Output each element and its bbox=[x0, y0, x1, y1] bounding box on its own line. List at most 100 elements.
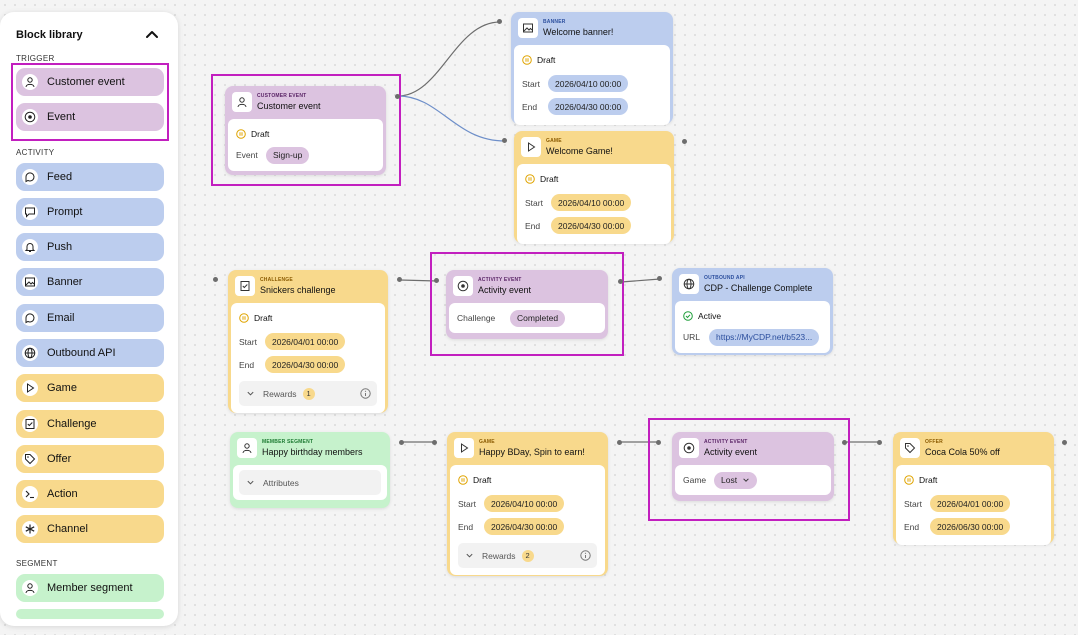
node-outbound-api[interactable]: OUTBOUND API CDP - Challenge Complete Ac… bbox=[672, 268, 833, 355]
library-item-customer-event[interactable]: Customer event bbox=[16, 68, 164, 96]
node-title: CDP - Challenge Complete bbox=[704, 283, 813, 293]
end-date-pill[interactable]: 2026/06/30 00:00 bbox=[930, 518, 1011, 535]
rewards-toggle[interactable]: Rewards 2 bbox=[458, 543, 597, 568]
target-icon bbox=[679, 438, 699, 458]
input-port[interactable] bbox=[432, 440, 437, 445]
node-kind: OUTBOUND API bbox=[704, 275, 745, 281]
rewards-toggle[interactable]: Rewards 1 bbox=[239, 381, 377, 406]
end-date-pill[interactable]: 2026/04/30 00:00 bbox=[265, 356, 346, 373]
target-icon bbox=[453, 276, 473, 296]
start-date-pill[interactable]: 2026/04/01 00:00 bbox=[930, 495, 1011, 512]
start-date-pill[interactable]: 2026/04/10 00:00 bbox=[484, 495, 565, 512]
node-body: Draft Start 2026/04/10 00:00 End 2026/04… bbox=[517, 164, 671, 244]
node-body: Challenge Completed bbox=[449, 303, 605, 333]
start-row: Start 2026/04/01 00:00 bbox=[904, 492, 1043, 515]
status-row: Active bbox=[683, 308, 822, 324]
event-row: Event Sign-up bbox=[236, 146, 375, 164]
flow-canvas[interactable]: Block library TRIGGER Customer event Eve… bbox=[0, 0, 1078, 635]
input-port[interactable] bbox=[434, 278, 439, 283]
node-offer[interactable]: OFFER Coca Cola 50% off Draft Start 2026… bbox=[893, 432, 1054, 545]
output-port[interactable] bbox=[682, 139, 687, 144]
chevron-down-icon bbox=[466, 553, 473, 558]
node-customer-event[interactable]: CUSTOMER EVENT Customer event Draft Even… bbox=[225, 86, 386, 175]
output-port[interactable] bbox=[399, 440, 404, 445]
input-port[interactable] bbox=[497, 19, 502, 24]
end-label: End bbox=[525, 220, 541, 231]
attributes-label: Attributes bbox=[263, 477, 299, 488]
start-date-pill[interactable]: 2026/04/10 00:00 bbox=[548, 75, 629, 92]
library-item-push[interactable]: Push bbox=[16, 233, 164, 261]
field-value-dropdown[interactable]: Lost bbox=[714, 471, 758, 489]
node-body: Draft Start 2026/04/01 00:00 End 2026/04… bbox=[231, 303, 385, 413]
node-game-welcome[interactable]: GAME Welcome Game! Draft Start 2026/04/1… bbox=[514, 131, 674, 244]
library-item-partial[interactable] bbox=[16, 609, 164, 619]
input-port[interactable] bbox=[656, 440, 661, 445]
status-text: Draft bbox=[473, 475, 492, 485]
node-kind: CHALLENGE bbox=[260, 277, 293, 283]
node-body: Active URL https://MyCDP.net/b523... bbox=[675, 301, 830, 353]
library-item-feed[interactable]: Feed bbox=[16, 163, 164, 191]
output-port[interactable] bbox=[1062, 440, 1067, 445]
output-port[interactable] bbox=[617, 440, 622, 445]
library-item-action[interactable]: Action bbox=[16, 480, 164, 508]
library-item-prompt[interactable]: Prompt bbox=[16, 198, 164, 226]
play-icon bbox=[22, 380, 38, 396]
end-date-pill[interactable]: 2026/04/30 00:00 bbox=[548, 98, 629, 115]
start-label: Start bbox=[904, 498, 922, 509]
check-circle-icon bbox=[683, 311, 693, 321]
node-member-segment[interactable]: MEMBER SEGMENT Happy birthday members At… bbox=[230, 432, 390, 508]
node-header: GAME Happy BDay, Spin to earn! bbox=[450, 435, 605, 465]
chat-bubble-icon bbox=[22, 169, 38, 185]
node-title: Snickers challenge bbox=[260, 285, 336, 295]
output-port[interactable] bbox=[842, 440, 847, 445]
start-date-pill[interactable]: 2026/04/10 00:00 bbox=[551, 194, 632, 211]
library-item-label: Member segment bbox=[47, 582, 133, 594]
end-date-pill[interactable]: 2026/04/30 00:00 bbox=[484, 518, 565, 535]
node-title: Happy BDay, Spin to earn! bbox=[479, 447, 585, 457]
checklist-icon bbox=[235, 276, 255, 296]
chevron-up-icon[interactable] bbox=[144, 27, 160, 43]
node-title: Activity event bbox=[478, 285, 532, 295]
library-item-email[interactable]: Email bbox=[16, 304, 164, 332]
library-item-channel[interactable]: Channel bbox=[16, 515, 164, 543]
node-challenge[interactable]: CHALLENGE Snickers challenge Draft Start… bbox=[228, 270, 388, 413]
input-port[interactable] bbox=[502, 138, 507, 143]
library-item-offer[interactable]: Offer bbox=[16, 445, 164, 473]
library-item-banner[interactable]: Banner bbox=[16, 268, 164, 296]
node-banner[interactable]: BANNER Welcome banner! Draft Start 2026/… bbox=[511, 12, 673, 125]
input-port[interactable] bbox=[657, 276, 662, 281]
start-label: Start bbox=[522, 78, 540, 89]
end-date-pill[interactable]: 2026/04/30 00:00 bbox=[551, 217, 632, 234]
node-activity-event-challenge[interactable]: ACTIVITY EVENT Activity event Challenge … bbox=[446, 270, 608, 339]
start-date-pill[interactable]: 2026/04/01 00:00 bbox=[265, 333, 346, 350]
event-value-pill[interactable]: Sign-up bbox=[266, 146, 310, 164]
image-icon bbox=[518, 18, 538, 38]
node-kind: GAME bbox=[479, 439, 495, 445]
node-header: CUSTOMER EVENT Customer event bbox=[228, 89, 383, 119]
output-port[interactable] bbox=[397, 277, 402, 282]
output-port[interactable] bbox=[618, 279, 623, 284]
node-title: Activity event bbox=[704, 447, 758, 457]
node-activity-event-game[interactable]: ACTIVITY EVENT Activity event Game Lost bbox=[672, 432, 834, 501]
input-port[interactable] bbox=[877, 440, 882, 445]
attributes-toggle[interactable]: Attributes bbox=[239, 470, 381, 495]
end-row: End 2026/04/30 00:00 bbox=[239, 353, 377, 376]
url-pill[interactable]: https://MyCDP.net/b523... bbox=[709, 328, 820, 346]
target-icon bbox=[22, 109, 38, 125]
library-item-game[interactable]: Game bbox=[16, 374, 164, 402]
library-item-event[interactable]: Event bbox=[16, 103, 164, 131]
rewards-count-badge: 2 bbox=[521, 549, 534, 562]
output-port[interactable] bbox=[395, 94, 400, 99]
status-text: Draft bbox=[919, 475, 938, 485]
pause-circle-icon bbox=[236, 129, 246, 139]
library-item-outbound-api[interactable]: Outbound API bbox=[16, 339, 164, 367]
library-item-member-segment[interactable]: Member segment bbox=[16, 574, 164, 602]
field-value-pill[interactable]: Completed bbox=[510, 309, 566, 327]
info-icon[interactable] bbox=[360, 388, 371, 399]
node-body: Draft Start 2026/04/10 00:00 End 2026/04… bbox=[514, 45, 670, 125]
library-item-challenge[interactable]: Challenge bbox=[16, 410, 164, 438]
node-game-bday[interactable]: GAME Happy BDay, Spin to earn! Draft Sta… bbox=[447, 432, 608, 576]
input-port[interactable] bbox=[213, 277, 218, 282]
rewards-count-badge: 1 bbox=[302, 387, 315, 400]
info-icon[interactable] bbox=[580, 550, 591, 561]
